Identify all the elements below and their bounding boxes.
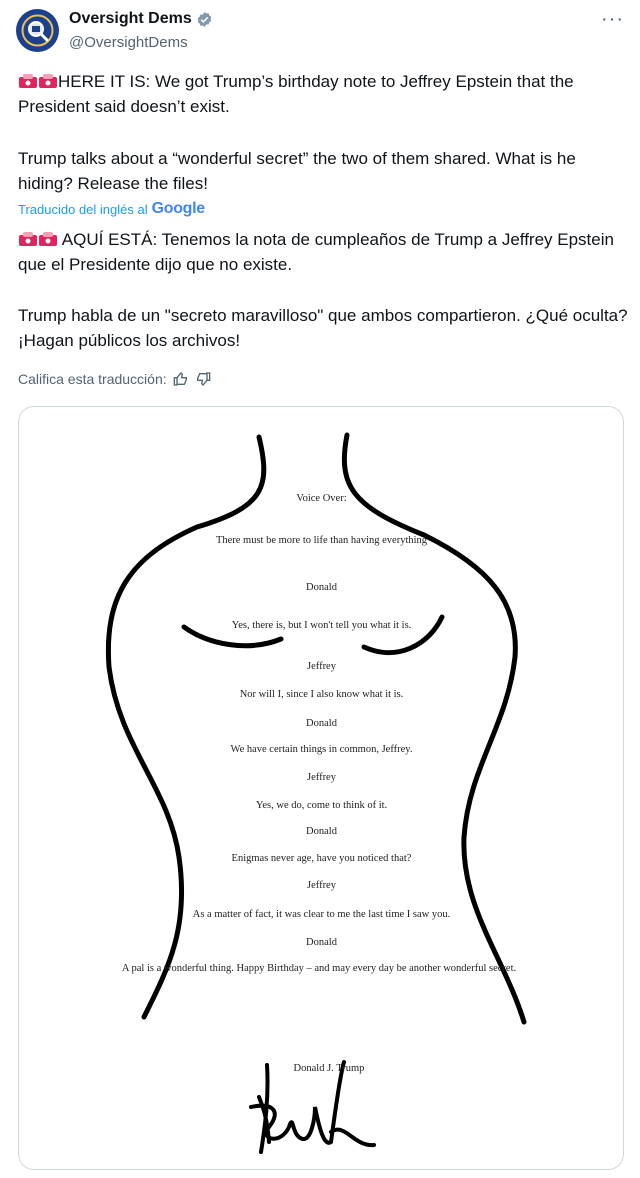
note-line: Yes, there is, but I won't tell you what… (231, 620, 412, 631)
rate-label: Califica esta traducción: (18, 371, 167, 387)
siren-icon (39, 232, 57, 246)
body-outline-drawing (105, 432, 527, 1154)
note-line: Donald (306, 937, 337, 948)
note-line: Donald (306, 826, 337, 837)
author-name[interactable]: Oversight Dems (69, 10, 192, 28)
note-line: Donald (306, 718, 337, 729)
tweet-paragraph-1: HERE IT IS: We got Trump’s birthday note… (18, 72, 574, 116)
note-line: Nor will I, since I also know what it is… (239, 689, 404, 700)
siren-icon (19, 74, 37, 88)
note-signature-name: Donald J. Trump (293, 1063, 365, 1074)
note-line: Jeffrey (307, 661, 336, 672)
rate-translation: Califica esta traducción: (18, 371, 211, 387)
note-line: Yes, we do, come to think of it. (255, 800, 388, 811)
oversight-seal-icon (16, 9, 59, 52)
author-name-row[interactable]: Oversight Dems (69, 10, 213, 28)
avatar[interactable] (16, 9, 59, 52)
siren-icon (39, 74, 57, 88)
translation-paragraph-1: AQUÍ ESTÁ: Tenemos la nota de cumpleaños… (18, 230, 614, 274)
note-line: We have certain things in common, Jeffre… (230, 744, 413, 755)
note-line: Jeffrey (307, 772, 336, 783)
translated-by[interactable]: Traducido del inglés al Google (18, 200, 205, 218)
siren-icon (19, 232, 37, 246)
note-line: There must be more to life than having e… (215, 535, 428, 546)
note-image[interactable]: Voice Over: There must be more to life t… (18, 406, 624, 1170)
note-line: A pal is a wonderful thing. Happy Birthd… (121, 963, 517, 974)
tweet-paragraph-2: Trump talks about a “wonderful secret” t… (18, 149, 576, 193)
translation-paragraph-2: Trump habla de un "secreto maravilloso" … (18, 306, 628, 350)
more-options-icon[interactable]: ··· (601, 8, 624, 31)
signature-drawing (249, 1060, 376, 1154)
verified-badge-icon (197, 11, 211, 27)
thumbs-up-icon[interactable] (173, 371, 189, 387)
translated-label: Traducido del inglés al (18, 201, 148, 217)
note-line: Enigmas never age, have you noticed that… (231, 853, 412, 864)
note-line: Voice Over: (296, 493, 347, 504)
google-logo: Google (151, 200, 206, 217)
thumbs-down-icon[interactable] (195, 371, 211, 387)
note-line: Donald (306, 582, 337, 593)
author-handle[interactable]: @OversightDems (69, 34, 188, 51)
note-line: Jeffrey (307, 880, 336, 891)
note-line: As a matter of fact, it was clear to me … (192, 909, 451, 920)
